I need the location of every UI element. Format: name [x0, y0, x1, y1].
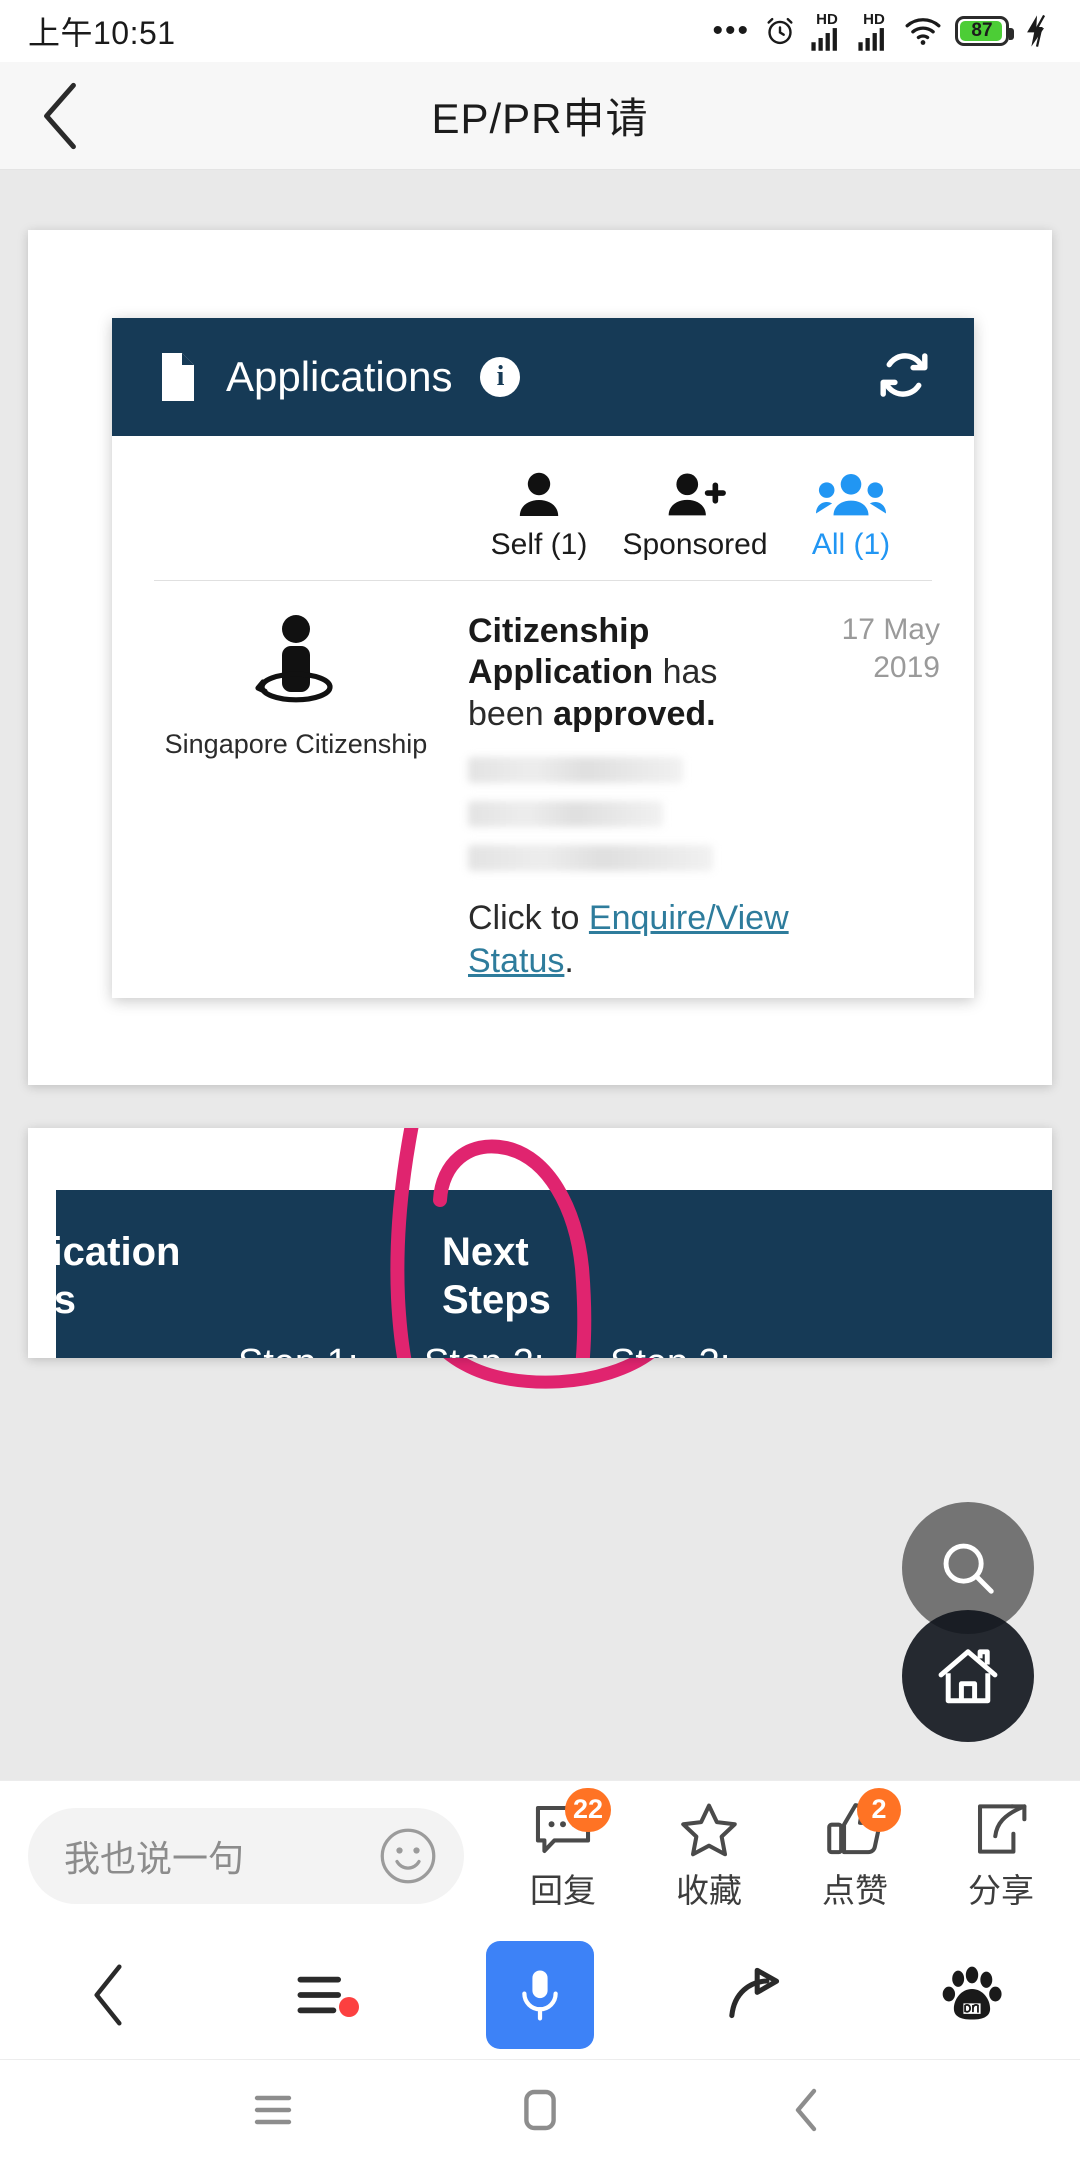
- battery-icon: 87: [955, 16, 1014, 46]
- click-prefix: Click to: [468, 899, 589, 938]
- status-bar: 上午10:51 ••• HD HD 87: [0, 0, 1080, 62]
- nav-voice-button[interactable]: [465, 1940, 615, 2049]
- application-type: Singapore Citizenship: [146, 611, 446, 982]
- tab-sponsored[interactable]: Sponsored: [620, 470, 770, 562]
- redacted-line: [468, 757, 683, 784]
- share-icon: [977, 1803, 1027, 1854]
- application-type-label: Singapore Citizenship: [164, 729, 428, 759]
- action-like[interactable]: 2 点赞: [790, 1787, 920, 1912]
- action-like-label: 点赞: [822, 1871, 888, 1909]
- comment-input[interactable]: 我也说一句: [28, 1807, 464, 1904]
- status-icons: ••• HD HD 87: [712, 12, 1052, 51]
- application-message: Citizenship Application has been approve…: [446, 611, 790, 982]
- menu-notification-dot: [339, 1996, 359, 2017]
- reply-badge: 22: [565, 1787, 612, 1832]
- click-suffix: .: [564, 941, 574, 980]
- nav-share-button[interactable]: [681, 1966, 831, 2024]
- person-in-circle-icon: [255, 615, 333, 703]
- people-group-icon: [816, 470, 886, 518]
- status-col-line-1: plication: [56, 1230, 181, 1274]
- refresh-icon: [880, 352, 928, 397]
- back-icon: [795, 2088, 816, 2132]
- system-home-button[interactable]: [480, 2088, 600, 2132]
- message-bold-2: approved.: [553, 694, 716, 733]
- action-favorite-label: 收藏: [676, 1871, 742, 1909]
- nav-menu-button[interactable]: [249, 1969, 399, 2021]
- redacted-line: [468, 845, 713, 872]
- action-share-label: 分享: [968, 1871, 1034, 1909]
- mic-button[interactable]: [486, 1940, 594, 2049]
- tab-all[interactable]: All (1): [776, 470, 926, 562]
- article-content[interactable]: Applications i Self (1) Sponsored All (1…: [0, 170, 1080, 1780]
- charging-bolt-icon: [1027, 14, 1046, 47]
- baidu-paw-icon: [942, 1966, 1002, 2020]
- application-row[interactable]: Singapore Citizenship Citizenship Applic…: [112, 581, 974, 982]
- status-col-line-2: tus: [56, 1278, 76, 1322]
- action-favorite[interactable]: 收藏: [644, 1800, 774, 1912]
- alarm-icon: [767, 17, 793, 45]
- application-message-text: Citizenship Application has been approve…: [468, 611, 790, 735]
- nav-baidu-button[interactable]: [897, 1966, 1047, 2024]
- back-chevron-icon: [94, 1964, 122, 2025]
- redacted-text-block: [468, 757, 790, 872]
- tab-self[interactable]: Self (1): [464, 470, 614, 562]
- comment-bar: 我也说一句 22 回复 收藏 2 点赞 分享: [0, 1780, 1080, 1930]
- nav-back-button[interactable]: [33, 1963, 183, 2027]
- application-scope-tabs: Self (1) Sponsored All (1): [112, 436, 974, 562]
- application-date-line-2: 2019: [873, 650, 940, 684]
- status-time: 上午10:51: [28, 15, 176, 51]
- screenshot-image-2[interactable]: plication tus Next Steps Step 1: Step 2:…: [28, 1128, 1052, 1358]
- tab-sponsored-label: Sponsored: [622, 528, 768, 561]
- refresh-button[interactable]: [878, 349, 930, 406]
- message-bold-1: Citizenship Application: [468, 612, 654, 692]
- application-date: 17 May 2019: [790, 611, 940, 982]
- system-navigation-bar: [0, 2060, 1080, 2160]
- signal-hd-2-icon: HD: [857, 12, 891, 51]
- app-title-bar: EP/PR申请: [0, 62, 1080, 170]
- application-date-line-1: 17 May: [841, 613, 940, 646]
- applications-card: Applications i Self (1) Sponsored All (1…: [112, 318, 974, 998]
- forward-share-icon: [729, 1967, 780, 2018]
- signal-hd-1-icon: HD: [810, 12, 844, 51]
- document-icon: [162, 353, 194, 401]
- app-bottom-nav: [0, 1930, 1080, 2060]
- applications-title: Applications: [226, 353, 453, 400]
- home-square-icon: [524, 2089, 556, 2131]
- phone-screen: 上午10:51 ••• HD HD 87 EP/PR申请 Application…: [0, 0, 1080, 2160]
- tab-self-label: Self (1): [490, 528, 588, 561]
- like-badge: 2: [857, 1787, 901, 1832]
- wifi-icon: [905, 18, 941, 45]
- action-share[interactable]: 分享: [936, 1800, 1066, 1912]
- smiley-icon[interactable]: [378, 1826, 438, 1886]
- tab-all-label: All (1): [811, 528, 891, 561]
- comment-actions: 22 回复 收藏 2 点赞 分享: [464, 1787, 1080, 1912]
- status-card-col-a: plication tus: [56, 1228, 180, 1324]
- annotation-arc-next-steps: [390, 1128, 592, 1358]
- screenshot-image-1[interactable]: Applications i Self (1) Sponsored All (1…: [28, 230, 1052, 1085]
- applications-card-header: Applications i: [112, 318, 974, 436]
- microphone-icon: [522, 1969, 558, 2021]
- system-back-button[interactable]: [747, 2087, 867, 2133]
- action-reply-label: 回复: [530, 1871, 596, 1909]
- redacted-line: [468, 801, 663, 828]
- enquire-status-note: Click to Enquire/View Status.: [468, 897, 790, 982]
- recents-icon: [255, 2095, 292, 2125]
- info-circle-icon[interactable]: i: [480, 357, 521, 397]
- person-add-icon: [664, 470, 726, 518]
- comment-placeholder: 我也说一句: [64, 1837, 245, 1879]
- action-reply[interactable]: 22 回复: [498, 1787, 628, 1912]
- home-fab[interactable]: [902, 1610, 1034, 1742]
- home-icon: [938, 1649, 998, 1704]
- more-dots-icon: •••: [712, 14, 750, 47]
- search-icon: [943, 1543, 994, 1594]
- star-icon: [681, 1803, 737, 1856]
- person-icon: [512, 470, 566, 518]
- system-recents-button[interactable]: [213, 2091, 333, 2129]
- page-title: EP/PR申请: [431, 95, 649, 142]
